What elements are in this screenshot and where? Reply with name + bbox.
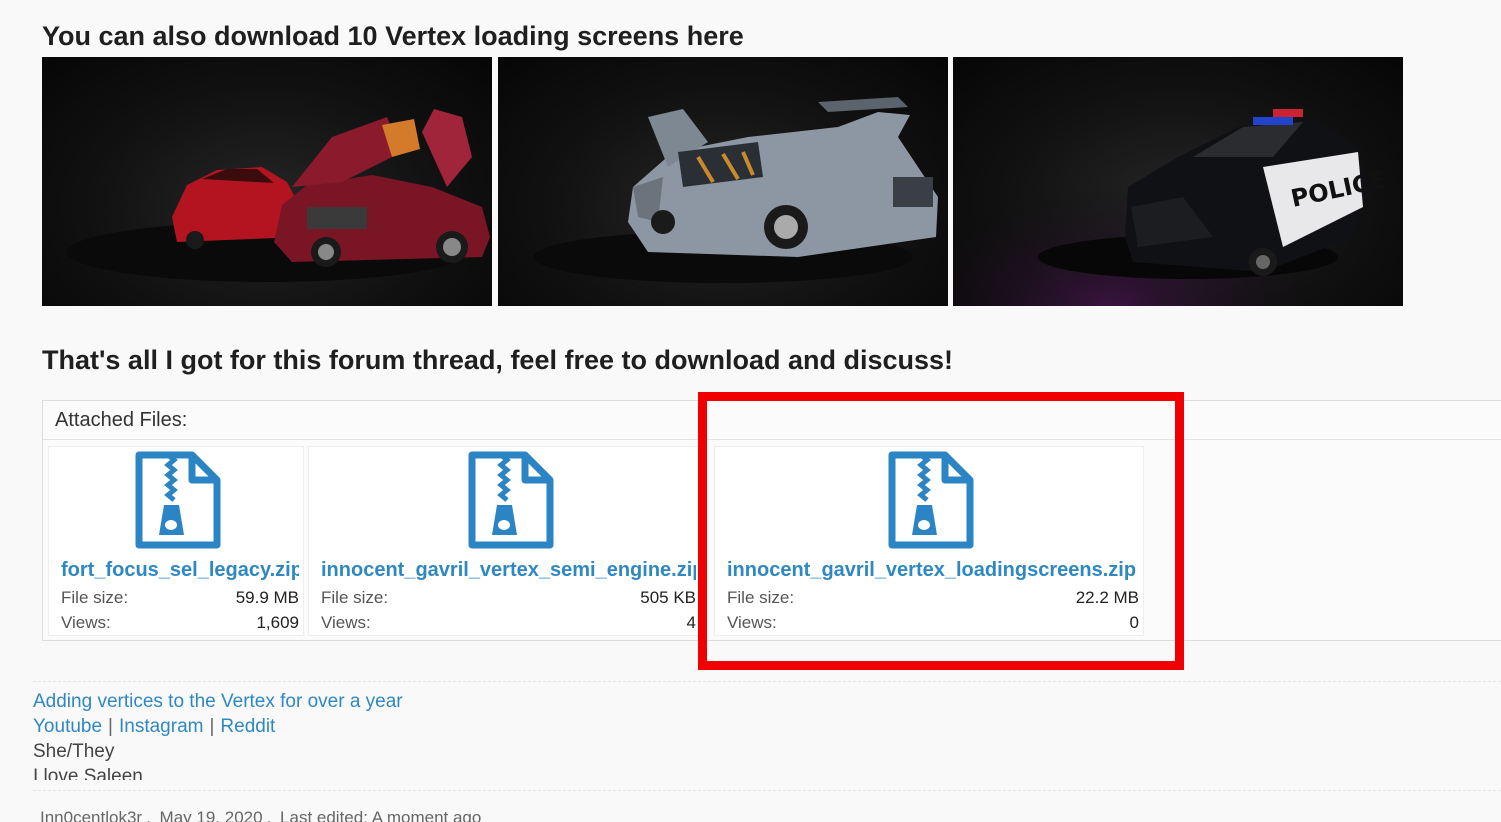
- signature-tagline-link[interactable]: Adding vertices to the Vertex for over a…: [33, 691, 403, 712]
- views-label: Views:: [727, 613, 777, 632]
- forum-post: You can also download 10 Vertex loading …: [0, 0, 1501, 822]
- attachment-views-row: Views: 4: [321, 613, 696, 633]
- download-heading: You can also download 10 Vertex loading …: [42, 21, 744, 51]
- views-value: 0: [1129, 613, 1139, 632]
- closing-heading: That's all I got for this forum thread, …: [42, 345, 954, 375]
- attachment-filename-link[interactable]: fort_focus_sel_legacy.zip: [61, 559, 299, 582]
- attachment-views-row: Views: 1,609: [61, 613, 299, 633]
- attachment-item[interactable]: fort_focus_sel_legacy.zip File size: 59.…: [48, 446, 304, 636]
- post-footer: Inn0centlok3r, May 19, 2020, Last edited…: [40, 808, 481, 822]
- link-separator: |: [209, 716, 215, 737]
- post-edited: Last edited: A moment ago: [280, 808, 482, 822]
- attached-files-header: Attached Files:: [43, 401, 1501, 440]
- attachment-filename-link[interactable]: innocent_gavril_vertex_loadingscreens.zi…: [727, 559, 1139, 582]
- youtube-link[interactable]: Youtube: [33, 716, 102, 737]
- signature-links: Youtube | Instagram | Reddit: [33, 716, 275, 738]
- post-author[interactable]: Inn0centlok3r: [40, 808, 142, 822]
- views-label: Views:: [61, 613, 111, 632]
- zip-file-icon[interactable]: [134, 450, 222, 550]
- file-size-value: 505 KB: [640, 588, 696, 607]
- file-size-value: 59.9 MB: [235, 588, 299, 607]
- attachment-filename-link[interactable]: innocent_gavril_vertex_semi_engine.zip: [321, 559, 696, 582]
- loading-screen-thumbnail-1[interactable]: [42, 57, 492, 306]
- footer-divider: [33, 790, 1501, 791]
- signature-tagline: Adding vertices to the Vertex for over a…: [33, 691, 403, 713]
- file-size-value: 22.2 MB: [1075, 588, 1139, 607]
- attachment-views-row: Views: 0: [727, 613, 1139, 633]
- link-separator: |: [108, 716, 113, 737]
- file-size-label: File size:: [321, 588, 389, 607]
- views-value: 4: [686, 613, 696, 632]
- reddit-link[interactable]: Reddit: [220, 716, 275, 737]
- views-label: Views:: [321, 613, 371, 632]
- signature-pronouns: She/They: [33, 741, 115, 762]
- file-size-label: File size:: [61, 588, 129, 607]
- zip-file-icon[interactable]: [467, 450, 555, 550]
- attachment-item[interactable]: innocent_gavril_vertex_semi_engine.zip F…: [308, 446, 701, 636]
- attachment-size-row: File size: 22.2 MB: [727, 588, 1139, 608]
- file-size-label: File size:: [727, 588, 795, 607]
- instagram-link[interactable]: Instagram: [119, 716, 203, 737]
- post-date[interactable]: May 19, 2020: [160, 808, 263, 822]
- loading-screen-thumbnail-3[interactable]: POLICE: [953, 57, 1403, 306]
- loading-screen-thumbnail-2[interactable]: [498, 57, 948, 306]
- signature-divider: [33, 681, 1501, 682]
- attachment-size-row: File size: 505 KB: [321, 588, 696, 608]
- zip-file-icon[interactable]: [887, 450, 975, 550]
- views-value: 1,609: [256, 613, 299, 632]
- attachment-item[interactable]: innocent_gavril_vertex_loadingscreens.zi…: [714, 446, 1144, 636]
- attachment-size-row: File size: 59.9 MB: [61, 588, 299, 608]
- signature-extra: I love Saleen: [33, 766, 143, 780]
